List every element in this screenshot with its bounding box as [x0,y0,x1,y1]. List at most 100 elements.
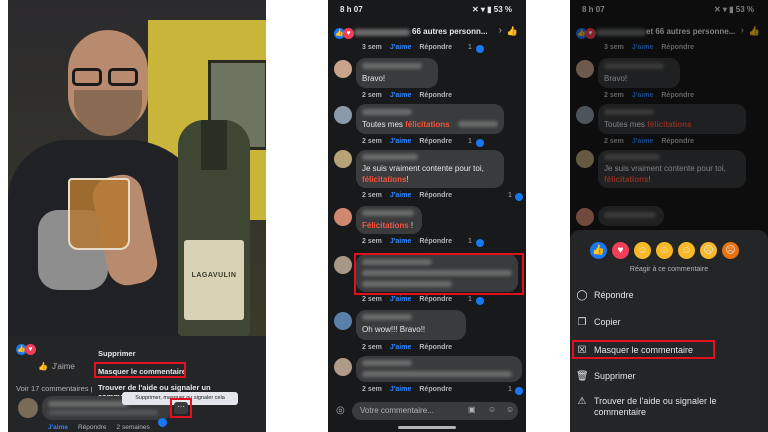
reaction-summary[interactable]: 👍 ♥ [16,344,36,355]
home-indicator [398,426,456,429]
comment-like-link[interactable]: J'aime [390,44,412,51]
comment-text-suffix: ! [406,175,409,184]
mention-tag[interactable]: Félicitations [362,221,409,230]
comment-meta: 2 sem J'aime Répondre [362,386,452,393]
avatar[interactable] [334,312,352,330]
mention-tag[interactable]: félicitations [362,175,406,184]
comment-meta: 2 sem J'aime Répondre [362,296,452,303]
like-count-icon [158,418,167,427]
comment-like-link[interactable]: J'aime [390,238,412,245]
sheet-item-label-line2: commentaire [594,407,647,417]
love-reaction-button[interactable]: ♥ [612,242,629,259]
blurred-name [362,210,414,216]
like-count-icon [476,239,484,247]
bottle-label-text: LAGAVULIN [191,272,237,279]
sheet-item-supprimer[interactable]: 🗑 Supprimer [576,371,636,382]
comment-meta: 2 sem J'aime Répondre [362,238,452,245]
camera-icon[interactable]: ◎ [336,405,345,416]
emoji-icon[interactable]: ☺ [506,405,514,414]
comment-reply-link[interactable]: Répondre [419,92,452,99]
chevron-right-icon[interactable]: › [499,25,502,36]
like-count: 1 [468,238,472,245]
avatar[interactable] [334,60,352,78]
love-reaction-icon: ♥ [25,344,36,355]
comment-text-line: Je suis vraiment contente pour toi, [362,164,484,173]
status-icons: ✕ ▾ ▮ 53 % [471,5,512,14]
avatar[interactable] [334,358,352,376]
reactions-header-text: 66 autres personn... [412,27,488,36]
thumbs-up-icon[interactable]: 👍 [507,26,518,37]
comment-time: 2 sem [362,138,382,145]
like-button[interactable]: 👍 J'aime [38,362,75,371]
avatar[interactable] [18,398,38,418]
sheet-item-copier[interactable]: ❐ Copier [576,317,621,328]
comment-like-link[interactable]: J'aime [48,424,68,431]
like-count-icon [515,387,523,395]
like-count: 1 [508,386,512,393]
comment-like-link[interactable]: J'aime [390,386,412,393]
comment-reply-link[interactable]: Répondre [419,138,452,145]
react-caption: Réagir à ce commentaire [629,266,709,273]
highlight-box-masquer [94,362,186,378]
like-count-icon [476,45,484,53]
view-comments-link[interactable]: Voir 17 commentaires p [16,384,95,393]
wow-reaction-button[interactable]: ☺ [678,242,695,259]
comment-reply-link[interactable]: Répondre [419,386,452,393]
blurred-name [362,360,412,366]
sticker-icon[interactable]: ☺ [488,405,496,414]
comment-reply-link[interactable]: Répondre [78,424,107,431]
gif-icon[interactable]: ▣ [468,405,476,414]
comment-like-link[interactable]: J'aime [390,192,412,199]
header-reaction-icons: 👍 ♥ [334,28,354,39]
comment-text-prefix: Toutes mes [362,120,406,129]
comment-text: Félicitations ! [362,220,413,231]
comment-like-link[interactable]: J'aime [390,344,412,351]
highlight-box-masquer-sheet [572,340,715,359]
comment-reply-link[interactable]: Répondre [419,296,452,303]
copy-icon: ❐ [577,317,587,328]
avatar[interactable] [334,256,352,274]
report-icon: ⚠ [577,396,587,407]
sad-reaction-button[interactable]: ☹ [700,242,717,259]
comment-like-link[interactable]: J'aime [390,296,412,303]
menu-item-supprimer[interactable]: Supprimer [98,349,136,358]
blurred-comment-text [48,410,158,415]
avatar[interactable] [334,150,352,168]
haha-reaction-button[interactable]: ☺ [656,242,673,259]
comment-text: Toutes mes félicitations [362,119,450,130]
avatar[interactable] [334,208,352,226]
sheet-item-label: Répondre [594,290,634,300]
care-reaction-button[interactable]: ☺ [634,242,651,259]
sheet-item-repondre[interactable]: ◯ Répondre [576,290,634,301]
avatar[interactable] [334,106,352,124]
like-count: 1 [468,44,472,51]
photo-glasses-left [72,68,102,86]
angry-reaction-button[interactable]: ☹ [722,242,739,259]
reply-bubble-icon: ◯ [576,290,588,301]
blurred-text [458,121,498,127]
comment-meta: 2 sem J'aime Répondre [362,138,452,145]
comment-reply-link[interactable]: Répondre [419,44,452,51]
comment-reply-link[interactable]: Répondre [419,344,452,351]
comment-time: 3 sem [362,44,382,51]
comment-text: Bravo! [362,74,386,83]
trash-icon: 🗑 [576,371,589,382]
blurred-name [48,401,128,407]
comment-reply-link[interactable]: Répondre [419,238,452,245]
comment-reply-link[interactable]: Répondre [419,192,452,199]
comment-like-link[interactable]: J'aime [390,138,412,145]
comment-like-link[interactable]: J'aime [390,92,412,99]
sheet-item-label: Copier [594,317,621,327]
reactions-header[interactable]: 👍 ♥ 66 autres personn... › 👍 [328,20,526,44]
like-button-label: J'aime [51,362,75,371]
like-count-icon [476,297,484,305]
like-count: 1 [468,296,472,303]
like-reaction-button[interactable]: 👍 [590,242,607,259]
thumbs-up-icon: 👍 [38,362,48,371]
sheet-item-trouver-aide[interactable]: ⚠ Trouver de l'aide ou signaler le comme… [576,396,717,418]
blurred-name [362,154,418,160]
comment-text: Oh wow!!! Bravo!! [362,325,426,334]
photo-glasses-right [108,68,138,86]
blurred-name [362,109,412,115]
mention-tag[interactable]: félicitations [405,120,449,129]
